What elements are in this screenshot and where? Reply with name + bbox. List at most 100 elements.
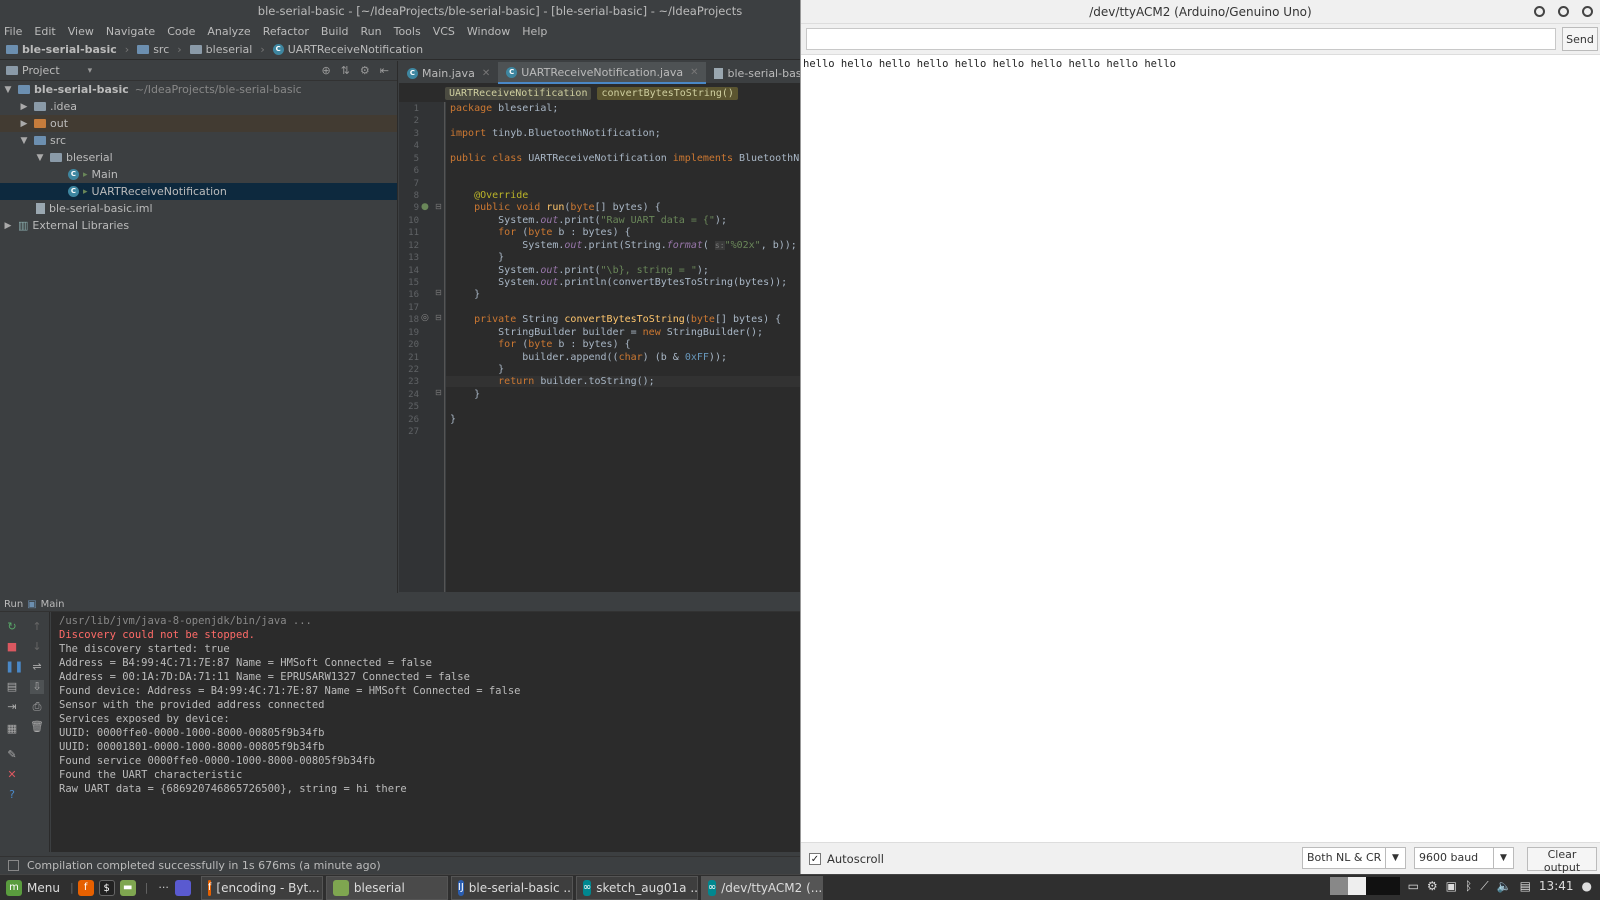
checkmark-icon[interactable]: ✓ <box>809 853 821 865</box>
stop-icon[interactable]: ■ <box>5 640 19 654</box>
task-firefox[interactable]: f [encoding - Byt... <box>200 875 323 900</box>
network-icon[interactable]: ⟋ <box>1480 879 1488 894</box>
bluetooth-icon[interactable]: ᛒ <box>1465 879 1472 893</box>
files-icon[interactable]: ▬ <box>119 879 136 896</box>
chevron-right-icon[interactable]: ▶ <box>18 102 30 112</box>
run-tab-label[interactable]: Run <box>4 599 23 610</box>
update-icon[interactable]: ▣ <box>1446 879 1457 893</box>
menu-analyze[interactable]: Analyze <box>207 25 250 38</box>
volume-icon[interactable]: 🔈 <box>1497 879 1512 893</box>
pin-icon[interactable]: ✎ <box>5 748 19 762</box>
menu-help[interactable]: Help <box>522 25 547 38</box>
menu-edit[interactable]: Edit <box>34 25 55 38</box>
menu-build[interactable]: Build <box>321 25 349 38</box>
editor-crumb-method[interactable]: convertBytesToString() <box>597 86 738 100</box>
gear-icon[interactable]: ⚙ <box>360 64 370 77</box>
more-icon[interactable]: ··· <box>158 881 169 894</box>
menu-refactor[interactable]: Refactor <box>263 25 309 38</box>
pause-icon[interactable]: ❚❚ <box>5 660 23 674</box>
close-icon[interactable] <box>1582 6 1593 17</box>
chevron-down-icon[interactable]: ▼ <box>2 85 14 95</box>
tree-item-external-libraries[interactable]: ▶ ▥ External Libraries <box>0 217 397 234</box>
task-arduino-sketch[interactable]: ∞ sketch_aug01a ... <box>575 875 698 900</box>
locate-icon[interactable]: ⊕ <box>321 64 330 77</box>
scroll-to-end-icon[interactable]: ⇩ <box>30 680 44 694</box>
workspace-3-icon[interactable] <box>1365 877 1400 895</box>
terminal-icon[interactable]: $ <box>98 879 115 896</box>
collapse-all-icon[interactable]: ⇅ <box>341 64 350 77</box>
print-icon[interactable]: ⎙ <box>30 700 44 714</box>
tree-item-src[interactable]: ▼ src <box>0 132 397 149</box>
chevron-right-icon[interactable]: ▶ <box>2 221 14 231</box>
tab-main-java[interactable]: C Main.java ✕ <box>399 62 498 84</box>
chevron-down-icon[interactable]: ▾ <box>88 66 93 76</box>
clock[interactable]: 13:41 <box>1539 879 1574 893</box>
clear-output-button[interactable]: Clear output <box>1527 847 1597 874</box>
code-editor[interactable]: package bleserial; import tinyb.Bluetoot… <box>446 102 800 592</box>
display-icon[interactable]: ▭ <box>1408 879 1419 893</box>
workspace-2-icon[interactable] <box>1347 877 1366 895</box>
task-files[interactable]: bleserial <box>325 875 448 900</box>
tree-item-root[interactable]: ▼ ble-serial-basic ~/IdeaProjects/ble-se… <box>0 81 397 98</box>
menu-window[interactable]: Window <box>467 25 510 38</box>
help-icon[interactable]: ? <box>5 788 19 802</box>
close-icon[interactable]: ✕ <box>5 768 19 782</box>
user-icon[interactable]: ● <box>1582 879 1592 893</box>
tree-item-out[interactable]: ▶ out <box>0 115 397 132</box>
minimize-icon[interactable] <box>1534 6 1545 17</box>
workspace-1-icon[interactable] <box>1329 877 1348 895</box>
task-intellij[interactable]: IJ ble-serial-basic ... <box>450 875 573 900</box>
layout-icon[interactable]: ▦ <box>5 722 19 736</box>
method-marker-icon[interactable]: ◎ <box>421 313 429 323</box>
close-icon[interactable]: ✕ <box>690 67 698 78</box>
override-marker-icon[interactable]: ● <box>421 202 429 212</box>
chevron-down-icon[interactable]: ▼ <box>1493 848 1513 868</box>
dump-threads-icon[interactable]: ▤ <box>5 680 19 694</box>
tree-item-main[interactable]: C ▸ Main <box>0 166 397 183</box>
baud-select[interactable]: 9600 baud ▼ <box>1414 847 1514 869</box>
arrow-up-icon[interactable]: ↑ <box>30 620 44 634</box>
menu-view[interactable]: View <box>68 25 94 38</box>
chevron-down-icon[interactable]: ▼ <box>34 153 46 163</box>
close-icon[interactable]: ✕ <box>482 68 490 79</box>
autoscroll-checkbox[interactable]: ✓ Autoscroll <box>809 852 884 866</box>
menu-file[interactable]: File <box>4 25 22 38</box>
tree-item-uart[interactable]: C ▸ UARTReceiveNotification <box>0 183 397 200</box>
tree-item-idea[interactable]: ▶ .idea <box>0 98 397 115</box>
menu-tools[interactable]: Tools <box>394 25 421 38</box>
menu-navigate[interactable]: Navigate <box>106 25 155 38</box>
menu-code[interactable]: Code <box>167 25 195 38</box>
breadcrumb-project[interactable]: ble-serial-basic <box>6 43 117 56</box>
trash-icon[interactable]: 🗑 <box>30 720 44 734</box>
chevron-down-icon[interactable]: ▼ <box>1385 848 1405 868</box>
keyboard-icon[interactable]: ▤ <box>1520 879 1531 893</box>
menu-run[interactable]: Run <box>361 25 382 38</box>
tab-iml[interactable]: ble-serial-basic.iml ✕ <box>706 62 800 84</box>
exit-icon[interactable]: ⇥ <box>5 700 19 714</box>
editor-crumb-class[interactable]: UARTReceiveNotification <box>445 86 592 100</box>
task-serial-monitor[interactable]: ∞ /dev/ttyACM2 (... <box>700 875 823 900</box>
serial-send-input[interactable] <box>806 28 1556 50</box>
chevron-down-icon[interactable]: ▼ <box>18 136 30 146</box>
tool-windows-icon[interactable] <box>8 860 19 871</box>
fold-icon[interactable]: ⊟ <box>435 288 442 297</box>
soft-wrap-icon[interactable]: ⇌ <box>30 660 44 674</box>
send-button[interactable]: Send <box>1562 27 1598 51</box>
hide-panel-icon[interactable]: ⇤ <box>380 64 389 77</box>
gear-icon[interactable]: ⚙ <box>1427 879 1438 893</box>
start-menu-button[interactable]: m Menu <box>0 876 66 900</box>
tree-item-bleserial[interactable]: ▼ bleserial <box>0 149 397 166</box>
fold-icon[interactable]: ⊟ <box>435 388 442 397</box>
chevron-right-icon[interactable]: ▶ <box>18 119 30 129</box>
tree-item-iml[interactable]: ble-serial-basic.iml <box>0 200 397 217</box>
maximize-icon[interactable] <box>1558 6 1569 17</box>
tab-uart-java[interactable]: C UARTReceiveNotification.java ✕ <box>498 62 707 84</box>
arrow-down-icon[interactable]: ↓ <box>30 640 44 654</box>
run-config-tab[interactable]: Main <box>41 599 65 610</box>
fold-icon[interactable]: ⊟ <box>435 313 442 322</box>
breadcrumb-package[interactable]: bleserial <box>189 43 252 56</box>
firefox-icon[interactable]: f <box>77 879 94 896</box>
line-ending-select[interactable]: Both NL & CR ▼ <box>1302 847 1406 869</box>
fold-icon[interactable]: ⊟ <box>435 202 442 211</box>
breadcrumb-src[interactable]: src <box>137 43 169 56</box>
